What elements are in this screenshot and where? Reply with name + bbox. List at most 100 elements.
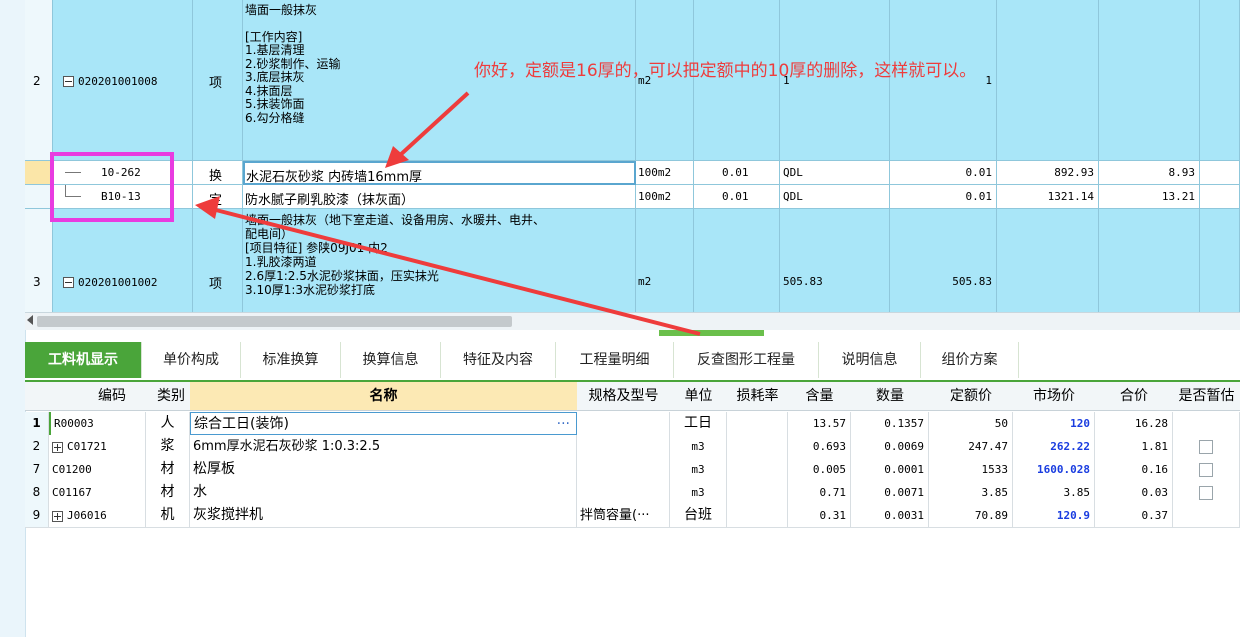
material-content: 0.005 [788, 458, 851, 481]
col-market-price[interactable]: 市场价 [1013, 382, 1095, 410]
col-name[interactable]: 名称 [190, 382, 577, 410]
material-type: 浆 [146, 435, 190, 458]
material-spec [577, 412, 670, 435]
material-quantity: 0.0001 [851, 458, 929, 481]
material-code: C01721 [67, 440, 107, 453]
material-unit: m3 [670, 435, 727, 458]
item-code: 020201001002 [78, 276, 158, 289]
item-type: 项 [209, 277, 223, 292]
row-index: 7 [25, 458, 49, 481]
panel-splitter-handle[interactable] [659, 330, 764, 336]
col-quantity[interactable]: 数量 [851, 382, 929, 410]
table-row[interactable]: 8 C01167 材 水 m3 0.71 0.0071 3.85 3.85 0.… [25, 481, 1240, 505]
quota-quantity: 0.01 [965, 166, 993, 179]
provisional-cell [1173, 412, 1240, 435]
quota-description[interactable]: 水泥石灰砂浆 内砖墙16mm厚 [246, 166, 422, 185]
table-row[interactable]: 1 R00003 人 综合工日(装饰) ··· 工日 13.57 0.1357 5… [25, 412, 1240, 436]
tab-standard-conversion[interactable]: 标准换算 [241, 342, 341, 378]
material-quantity: 0.0031 [851, 504, 929, 527]
material-loss [727, 412, 788, 435]
material-total: 0.16 [1095, 458, 1173, 481]
quota-description[interactable]: 防水腻子刷乳胶漆（抹灰面） [245, 189, 414, 208]
material-market-price: 120.9 [1013, 504, 1095, 527]
material-code: R00003 [49, 412, 146, 435]
table-row[interactable]: 9 J06016 机 灰浆搅拌机 拌筒容量(··· 台班 0.31 0.0031… [25, 504, 1240, 528]
table-row[interactable]: 7 C01200 材 松厚板 m3 0.005 0.0001 1533 1600… [25, 458, 1240, 482]
material-market-price: 3.85 [1013, 481, 1095, 504]
provisional-checkbox[interactable] [1199, 485, 1213, 500]
material-quota-price: 70.89 [929, 504, 1013, 527]
quota-content: 0.01 [722, 166, 749, 179]
item-unit: m2 [638, 275, 652, 288]
col-content[interactable]: 含量 [788, 382, 851, 410]
tab-material-machine[interactable]: 工料机显示 [25, 342, 142, 378]
tab-description[interactable]: 说明信息 [819, 342, 921, 378]
col-unit[interactable]: 单位 [670, 382, 727, 410]
expand-icon[interactable] [52, 441, 63, 453]
table-row[interactable]: 2 C01721 浆 6mm厚水泥石灰砂浆 1:0.3:2.5 m3 0.693… [25, 435, 1240, 459]
item-description: 墙面一般抹灰（地下室走道、设备用房、水暖井、电井、 配电间） [项目特征] 参陕… [245, 213, 546, 297]
material-quota-price: 1533 [929, 458, 1013, 481]
provisional-checkbox[interactable] [1199, 462, 1213, 477]
material-name[interactable]: 综合工日(装饰) ··· [190, 412, 577, 435]
tab-graphic-quantity[interactable]: 反查图形工程量 [674, 342, 819, 378]
quota-expression: QDL [783, 190, 803, 203]
provisional-cell [1173, 504, 1240, 527]
provisional-checkbox[interactable] [1199, 439, 1213, 454]
item-quantity: 505.83 [952, 275, 992, 288]
col-loss-rate[interactable]: 损耗率 [727, 382, 788, 410]
quota-total: 13.21 [1161, 190, 1195, 203]
col-total[interactable]: 合价 [1095, 382, 1173, 410]
horizontal-scrollbar[interactable] [25, 312, 1240, 330]
collapse-icon[interactable] [63, 76, 74, 87]
material-code: C01167 [49, 481, 146, 504]
material-spec [577, 458, 670, 481]
scrollbar-thumb[interactable] [37, 316, 512, 327]
material-name[interactable]: 水 [190, 481, 577, 504]
material-loss [727, 481, 788, 504]
ellipsis-button[interactable]: ··· [557, 413, 570, 434]
material-loss [727, 504, 788, 527]
material-content: 13.57 [788, 412, 851, 435]
tab-conversion-info[interactable]: 换算信息 [341, 342, 441, 378]
col-type[interactable]: 类别 [146, 382, 196, 410]
item-expression: 505.83 [783, 275, 823, 288]
tab-features[interactable]: 特征及内容 [441, 342, 556, 378]
material-quota-price: 50 [929, 412, 1013, 435]
detail-tabs: 工料机显示 单价构成 标准换算 换算信息 特征及内容 工程量明细 反查图形工程量… [25, 342, 1240, 382]
quota-type: 定 [209, 193, 223, 208]
col-provisional[interactable]: 是否暂估 [1173, 382, 1240, 410]
tab-pricing-plan[interactable]: 组价方案 [921, 342, 1019, 378]
quota-type: 换 [209, 169, 223, 184]
material-quantity: 0.1357 [851, 412, 929, 435]
highlight-box [50, 152, 174, 222]
material-total: 1.81 [1095, 435, 1173, 458]
col-spec[interactable]: 规格及型号 [577, 382, 670, 410]
quota-content: 0.01 [722, 190, 749, 203]
collapse-icon[interactable] [63, 277, 74, 288]
tab-unit-price[interactable]: 单价构成 [142, 342, 241, 378]
scroll-left-arrow-icon[interactable] [27, 315, 33, 325]
material-name[interactable]: 松厚板 [190, 458, 577, 481]
material-spec [577, 435, 670, 458]
row-index: 8 [25, 481, 49, 504]
list-row-quota[interactable]: 10-262 换 水泥石灰砂浆 内砖墙16mm厚 100m2 0.01 QDL … [25, 161, 1240, 185]
list-row-item[interactable]: 3 020201001002 项 墙面一般抹灰（地下室走道、设备用房、水暖井、电… [25, 209, 1240, 312]
list-row-quota[interactable]: B10-13 定 防水腻子刷乳胶漆（抹灰面） 100m2 0.01 QDL 0.… [25, 185, 1240, 209]
material-name[interactable]: 灰浆搅拌机 [190, 504, 577, 527]
material-unit: m3 [670, 481, 727, 504]
quota-price: 1321.14 [1047, 190, 1094, 203]
quota-list-grid: 2 020201001008 项 墙面一般抹灰 [工作内容] 1.基层清理 2.… [25, 0, 1240, 312]
expand-icon[interactable] [52, 510, 63, 522]
col-quota-price[interactable]: 定额价 [929, 382, 1013, 410]
item-description: 墙面一般抹灰 [工作内容] 1.基层清理 2.砂浆制作、运输 3.底层抹灰 4.… [245, 3, 341, 125]
material-name[interactable]: 6mm厚水泥石灰砂浆 1:0.3:2.5 [190, 435, 577, 458]
tab-quantity-details[interactable]: 工程量明细 [556, 342, 674, 378]
quota-total: 8.93 [1168, 166, 1196, 179]
row-index: 2 [25, 435, 49, 458]
quota-quantity: 0.01 [965, 190, 993, 203]
material-unit: 工日 [670, 412, 727, 435]
item-code: 020201001008 [78, 75, 158, 88]
grid-header: 编码 类别 名称 规格及型号 单位 损耗率 含量 数量 定额价 市场价 合价 是… [25, 382, 1240, 411]
material-content: 0.71 [788, 481, 851, 504]
